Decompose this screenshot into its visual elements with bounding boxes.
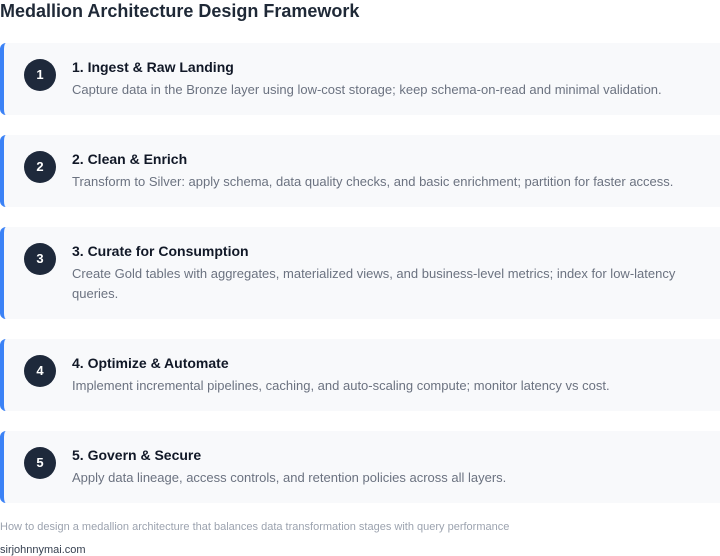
step-description: Implement incremental pipelines, caching… [72, 378, 610, 393]
step-number-badge: 5 [24, 447, 56, 479]
step-title: 2. Clean & Enrich [72, 151, 188, 167]
step-card-1: 1 1. Ingest & Raw Landing Capture data i… [0, 43, 720, 115]
step-title: 5. Govern & Secure [72, 447, 202, 463]
page: Medallion Architecture Design Framework … [0, 0, 720, 556]
step-card-3: 3 3. Curate for Consumption Create Gold … [0, 227, 720, 319]
step-title: 3. Curate for Consumption [72, 243, 249, 259]
figure-caption: How to design a medallion architecture t… [0, 521, 510, 533]
step-number-badge: 4 [24, 355, 56, 387]
steps-list: 1 1. Ingest & Raw Landing Capture data i… [0, 43, 720, 523]
step-description: Transform to Silver: apply schema, data … [72, 174, 674, 189]
step-description: Apply data lineage, access controls, and… [72, 470, 507, 485]
step-card-5: 5 5. Govern & Secure Apply data lineage,… [0, 431, 720, 503]
step-number-badge: 1 [24, 59, 56, 91]
step-number-badge: 3 [24, 243, 56, 275]
step-card-2: 2 2. Clean & Enrich Transform to Silver:… [0, 135, 720, 207]
step-card-4: 4 4. Optimize & Automate Implement incre… [0, 339, 720, 411]
step-description: Create Gold tables with aggregates, mate… [72, 266, 676, 301]
step-title: 1. Ingest & Raw Landing [72, 59, 234, 75]
step-number-badge: 2 [24, 151, 56, 183]
page-title: Medallion Architecture Design Framework [0, 1, 360, 21]
site-credit: sirjohnnymai.com [0, 544, 86, 556]
step-description: Capture data in the Bronze layer using l… [72, 82, 662, 97]
step-title: 4. Optimize & Automate [72, 355, 229, 371]
